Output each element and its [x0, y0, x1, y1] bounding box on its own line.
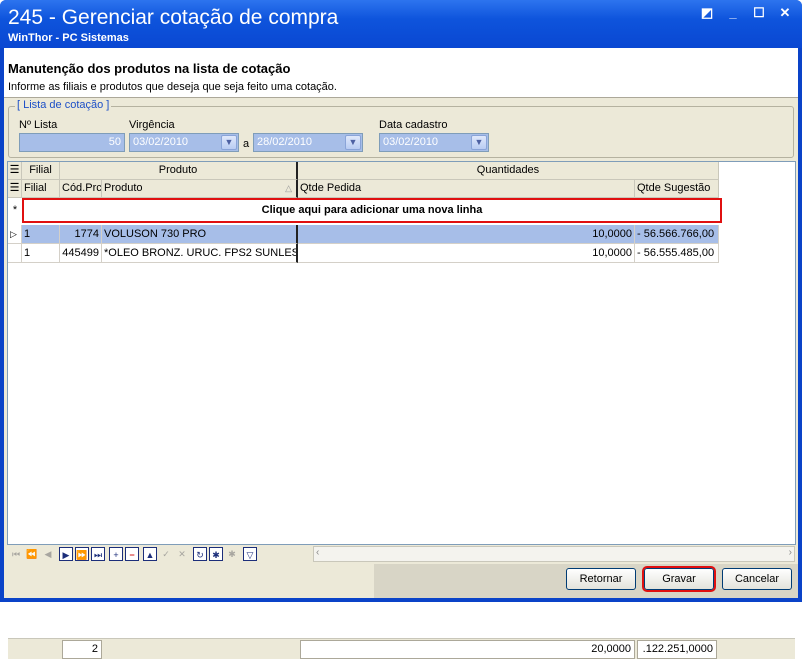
- data-cadastro-label: Data cadastro: [379, 119, 448, 131]
- grid-footer: 2 20,0000 .122.251,0000: [8, 638, 795, 659]
- cell-qtde-sugestao[interactable]: - 56.566.766,00: [635, 225, 719, 244]
- cancelar-button[interactable]: Cancelar: [722, 568, 792, 590]
- cell-qtde-pedida[interactable]: 10,0000: [298, 244, 635, 263]
- restore-icon[interactable]: ◩: [700, 6, 714, 20]
- title-bar[interactable]: 245 - Gerenciar cotação de compra WinTho…: [0, 0, 802, 48]
- cell-codprod[interactable]: 1774: [60, 225, 102, 244]
- scroll-left-icon[interactable]: ‹: [316, 547, 319, 558]
- refresh-icon[interactable]: ↻: [193, 547, 207, 561]
- maximize-icon[interactable]: ☐: [752, 6, 766, 20]
- vigencia-to-value: 28/02/2010: [257, 136, 313, 148]
- cell-qtde-pedida[interactable]: 10,0000: [298, 225, 635, 244]
- data-cadastro-combo[interactable]: 03/02/2010 ▼: [379, 133, 489, 152]
- gravar-button[interactable]: Gravar: [642, 566, 716, 592]
- group-legend: [ Lista de cotação ]: [15, 99, 112, 111]
- close-icon[interactable]: ✕: [778, 6, 792, 20]
- column-header-qtde-sugestao[interactable]: Qtde Sugestão: [635, 180, 719, 198]
- goto-bookmark-icon[interactable]: ✱: [225, 547, 239, 561]
- grid-menu-icon[interactable]: ☰: [8, 162, 22, 180]
- button-bar: Retornar Gravar Cancelar: [4, 564, 798, 598]
- numero-lista-field[interactable]: 50: [19, 133, 125, 152]
- cell-produto[interactable]: *OLEO BRONZ. URUC. FPS2 SUNLESS 1: [102, 244, 298, 263]
- edit-icon[interactable]: ▲: [143, 547, 157, 561]
- cell-filial[interactable]: 1: [22, 244, 60, 263]
- prior-page-icon[interactable]: ⏪: [25, 547, 39, 561]
- scroll-right-icon[interactable]: ›: [789, 547, 792, 558]
- sort-triangle-icon: △: [285, 183, 292, 193]
- cell-codprod[interactable]: 445499: [60, 244, 102, 263]
- row-indicator-icon: [8, 244, 22, 263]
- column-header-qtde-pedida[interactable]: Qtde Pedida: [298, 180, 635, 198]
- row-indicator-icon: ▷: [8, 225, 22, 244]
- horizontal-scrollbar[interactable]: ‹ ›: [313, 546, 795, 562]
- footer-total-pedida: 20,0000: [300, 640, 635, 659]
- column-menu-icon[interactable]: ☰: [8, 180, 22, 198]
- cell-qtde-sugestao[interactable]: - 56.555.485,00: [635, 244, 719, 263]
- add-new-row-button[interactable]: Clique aqui para adicionar uma nova linh…: [22, 198, 722, 223]
- column-header-codprod[interactable]: Cód.Prc: [60, 180, 102, 198]
- delete-icon[interactable]: −: [125, 547, 139, 561]
- data-cadastro-value: 03/02/2010: [383, 136, 439, 148]
- form-title: Manutenção dos produtos na lista de cota…: [8, 61, 291, 76]
- first-page-icon[interactable]: ⏮: [9, 547, 23, 561]
- last-record-icon[interactable]: ⏭: [91, 547, 105, 561]
- band-header-quantidades[interactable]: Quantidades: [298, 162, 719, 180]
- insert-icon[interactable]: +: [109, 547, 123, 561]
- cancel-edit-icon[interactable]: ✕: [175, 547, 189, 561]
- form-header: Manutenção dos produtos na lista de cota…: [4, 48, 798, 98]
- vigencia-to-combo[interactable]: 28/02/2010 ▼: [253, 133, 363, 152]
- band-header-filial[interactable]: Filial: [22, 162, 60, 180]
- footer-total-sugestao: .122.251,0000: [637, 640, 717, 659]
- vigencia-from-combo[interactable]: 03/02/2010 ▼: [129, 133, 239, 152]
- bookmark-icon[interactable]: ✱: [209, 547, 223, 561]
- produtos-grid[interactable]: ☰ Filial Produto Quantidades ☰ Filial Có…: [7, 161, 796, 659]
- vigencia-separator: a: [243, 138, 250, 150]
- lista-cotacao-group: [ Lista de cotação ] Nº Lista 50 Virgênc…: [8, 99, 794, 158]
- column-header-filial[interactable]: Filial: [22, 180, 60, 198]
- filter-icon[interactable]: ▽: [243, 547, 257, 561]
- band-header-produto[interactable]: Produto: [60, 162, 298, 180]
- next-record-icon[interactable]: ▶: [59, 547, 73, 561]
- window-client: Manutenção dos produtos na lista de cota…: [4, 48, 798, 659]
- button-panel: Retornar Gravar Cancelar: [374, 564, 798, 598]
- column-header-produto[interactable]: Produto △: [102, 180, 298, 198]
- retornar-button[interactable]: Retornar: [566, 568, 636, 590]
- numero-lista-label: Nº Lista: [19, 119, 58, 131]
- next-page-icon[interactable]: ⏩: [75, 547, 89, 561]
- vigencia-label: Virgência: [129, 119, 175, 131]
- chevron-down-icon[interactable]: ▼: [471, 135, 487, 150]
- cell-filial[interactable]: 1: [22, 225, 60, 244]
- prior-record-icon[interactable]: ◀: [41, 547, 55, 561]
- footer-count: 2: [62, 640, 102, 659]
- window-subtitle: WinThor - PC Sistemas: [8, 32, 129, 44]
- form-description: Informe as filiais e produtos que deseja…: [8, 81, 337, 93]
- minimize-icon[interactable]: _: [726, 6, 740, 20]
- post-icon[interactable]: ✓: [159, 547, 173, 561]
- chevron-down-icon[interactable]: ▼: [221, 135, 237, 150]
- window-title: 245 - Gerenciar cotação de compra: [8, 6, 339, 29]
- new-row-marker: *: [12, 204, 18, 216]
- vigencia-from-value: 03/02/2010: [133, 136, 189, 148]
- application-window: 245 - Gerenciar cotação de compra WinTho…: [0, 0, 802, 659]
- column-header-produto-label: Produto: [104, 182, 143, 194]
- chevron-down-icon[interactable]: ▼: [345, 135, 361, 150]
- cell-produto[interactable]: VOLUSON 730 PRO: [102, 225, 298, 244]
- grid-navigator: ⏮ ⏪ ◀ ▶ ⏩ ⏭ + − ▲ ✓ ✕ ↻ ✱ ✱ ▽ ‹ ›: [7, 545, 796, 563]
